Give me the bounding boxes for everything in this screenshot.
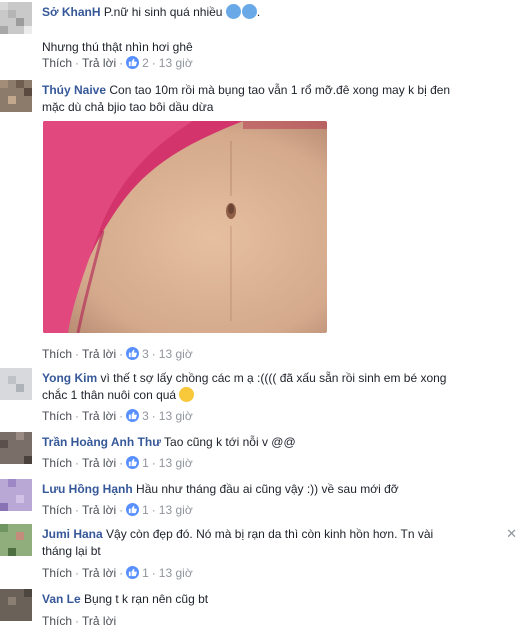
avatar[interactable] [0,479,32,511]
comment-actions: Thích · Trả lời · 1 · 13 giờ [42,503,193,517]
commenter-name[interactable]: Trần Hoàng Anh Thư [42,435,161,449]
like-link[interactable]: Thích [42,409,72,423]
thumbs-up-icon [126,503,140,516]
like-link[interactable]: Thích [42,56,72,70]
timestamp[interactable]: 13 giờ [159,456,193,470]
like-link[interactable]: Thích [42,566,72,580]
like-count[interactable]: 1 [142,456,149,470]
avatar[interactable] [0,80,32,112]
reply-link[interactable]: Trả lời [82,566,116,580]
reply-link[interactable]: Trả lời [82,409,116,423]
cold-sweat-icon [241,4,257,19]
comment-actions: Thích · Trả lời · 3 · 13 giờ [42,347,193,361]
avatar[interactable] [0,2,32,34]
timestamp[interactable]: 13 giờ [159,503,193,517]
comment-text: mặc dù chả bjio tao bôi dầu dừa [42,100,214,114]
like-count[interactable]: 2 [142,56,149,70]
comment-text: vì thế t sợ lấy chồng các m ạ :(((( đã x… [100,371,447,385]
comment-text: tháng lại bt [42,544,101,558]
comment-actions: Thích · Trả lời [42,614,117,628]
commenter-name[interactable]: Jumi Hana [42,527,103,541]
commenter-name[interactable]: Sở KhanH [42,5,101,19]
like-link[interactable]: Thích [42,456,72,470]
like-link[interactable]: Thích [42,614,72,628]
avatar[interactable] [0,368,32,400]
comment-actions: Thích · Trả lời · 1 · 13 giờ [42,566,193,580]
comment-photo[interactable] [43,121,327,333]
commenter-name[interactable]: Yong Kim [42,371,97,385]
comment-text: Nhưng thú thật nhìn hơi ghê [42,40,193,54]
like-count[interactable]: 1 [142,503,149,517]
commenter-name[interactable]: Lưu Hồng Hạnh [42,482,133,496]
comment-text: P.nữ hi sinh quá nhiều [103,5,223,19]
reply-link[interactable]: Trả lời [82,456,116,470]
thumbs-up-icon [126,56,140,69]
thumbs-up-icon [126,409,140,422]
comment-text: Bụng t k rạn nên cũg bt [84,592,209,606]
commenter-name[interactable]: Thúy Naive [42,83,106,97]
reply-link[interactable]: Trả lời [82,503,116,517]
reply-link[interactable]: Trả lời [82,614,116,628]
like-link[interactable]: Thích [42,347,72,361]
like-link[interactable]: Thích [42,503,72,517]
cold-sweat-icon [225,4,241,19]
comment-text: Tao cũng k tới nỗi v @@ [164,435,296,449]
like-count[interactable]: 1 [142,566,149,580]
avatar[interactable] [0,524,32,556]
comment-actions: Thích · Trả lời · 1 · 13 giờ [42,456,193,470]
close-icon[interactable]: ✕ [506,526,517,542]
avatar[interactable] [0,589,32,621]
thumbs-up-icon [126,566,140,579]
thumbs-up-icon [126,347,140,360]
like-count[interactable]: 3 [142,347,149,361]
comment-actions: Thích · Trả lời · 2 · 13 giờ [42,56,193,70]
timestamp[interactable]: 13 giờ [159,56,193,70]
reply-link[interactable]: Trả lời [82,56,116,70]
timestamp[interactable]: 13 giờ [159,409,193,423]
avatar[interactable] [0,432,32,464]
timestamp[interactable]: 13 giờ [159,347,193,361]
like-count[interactable]: 3 [142,409,149,423]
reply-link[interactable]: Trả lời [82,347,116,361]
comment-text: chắc 1 thân nuôi con quá [42,388,177,402]
confused-face-icon [179,387,195,402]
comment-actions: Thích · Trả lời · 3 · 13 giờ [42,409,193,423]
comment-text: Con tao 10m rồi mà bụng tao vẫn 1 rổ mỡ.… [109,83,451,97]
comment-text: Hầu như tháng đầu ai cũng vậy :)) về sau… [136,482,399,496]
timestamp[interactable]: 13 giờ [159,566,193,580]
commenter-name[interactable]: Van Le [42,592,81,606]
thumbs-up-icon [126,456,140,469]
comment-text: Vậy còn đẹp đó. Nó mà bị rạn da thì còn … [106,527,434,541]
